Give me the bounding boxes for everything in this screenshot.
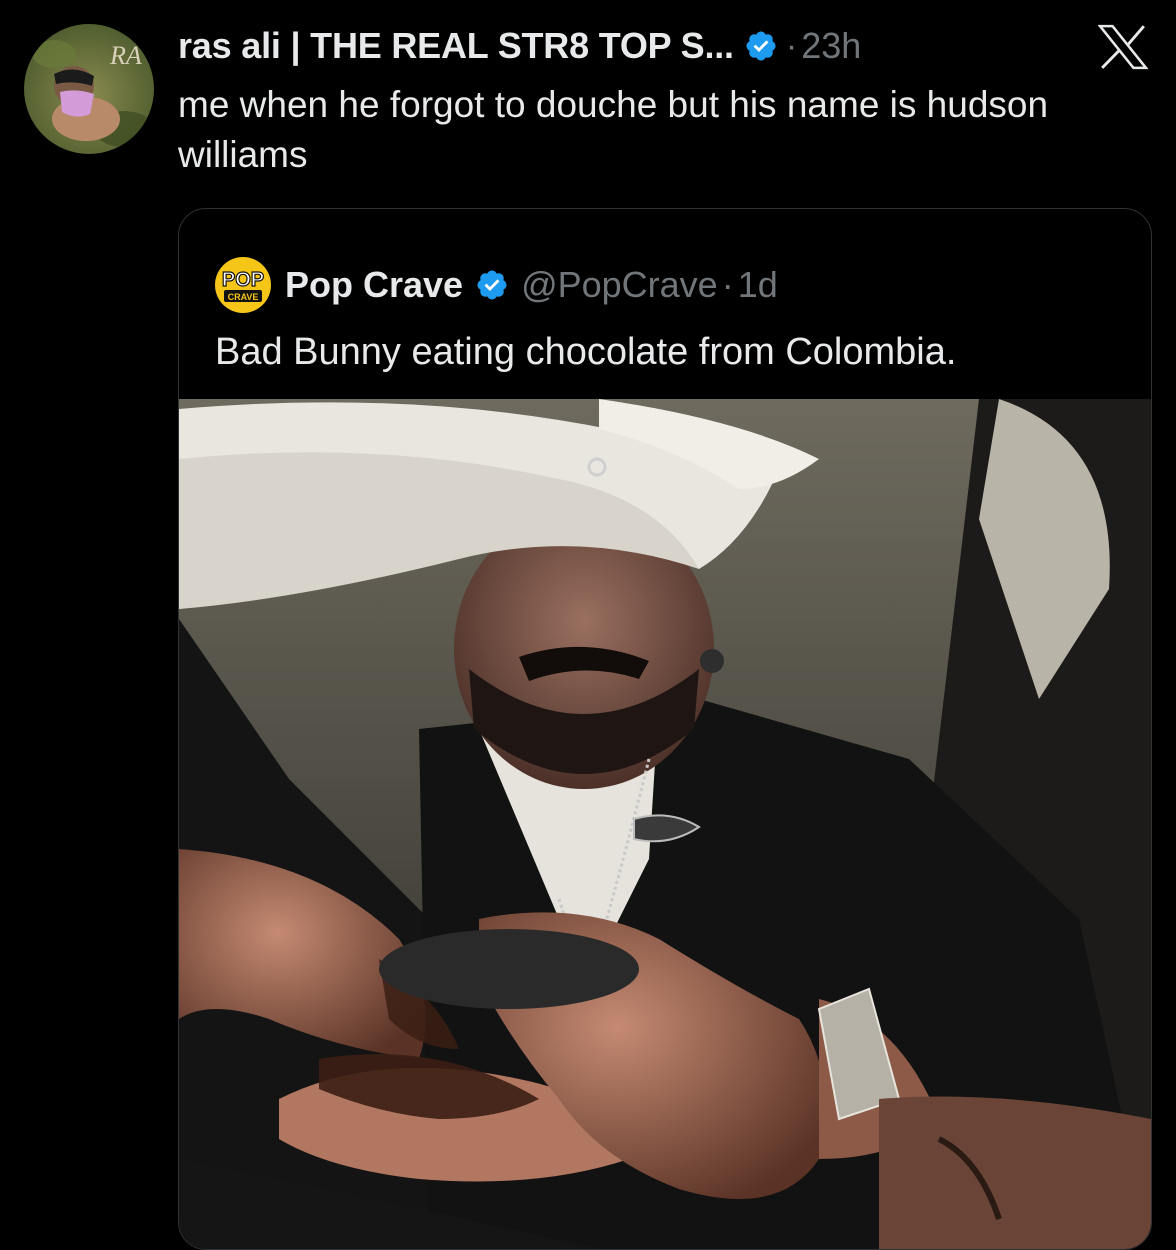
author-avatar[interactable]: RA bbox=[24, 24, 154, 154]
quoted-verified-badge-icon bbox=[477, 270, 507, 300]
tweet-text: me when he forgot to douche but his name… bbox=[178, 84, 1049, 175]
quoted-timestamp[interactable]: 1d bbox=[738, 264, 778, 306]
pop-crave-logo-icon[interactable]: POP CRAVE bbox=[215, 257, 271, 313]
header-separator: · bbox=[785, 26, 798, 65]
tweet-timestamp[interactable]: 23h bbox=[801, 25, 861, 67]
x-logo-icon[interactable] bbox=[1098, 24, 1148, 70]
quoted-media-video[interactable] bbox=[179, 399, 1151, 1249]
avatar-initials-text: RA bbox=[109, 41, 142, 70]
quoted-tweet-header: POP CRAVE Pop Crave @PopCrave · 1d bbox=[215, 257, 778, 313]
tweet-header: ras ali | THE REAL STR8 TOP S... · 23h bbox=[178, 22, 1078, 70]
quoted-display-name[interactable]: Pop Crave bbox=[285, 264, 463, 306]
pop-crave-logo-top-text: POP bbox=[222, 269, 264, 291]
verified-badge-icon bbox=[746, 31, 776, 61]
quoted-tweet-card[interactable]: POP CRAVE Pop Crave @PopCrave · 1d Bad B… bbox=[178, 208, 1152, 1250]
quoted-separator: · bbox=[721, 264, 734, 305]
pop-crave-logo-bottom-text: CRAVE bbox=[228, 292, 259, 302]
author-display-name[interactable]: ras ali | THE REAL STR8 TOP S... bbox=[178, 25, 734, 67]
quoted-tweet-text: Bad Bunny eating chocolate from Colombia… bbox=[215, 331, 957, 373]
quoted-handle[interactable]: @PopCrave bbox=[521, 264, 718, 306]
